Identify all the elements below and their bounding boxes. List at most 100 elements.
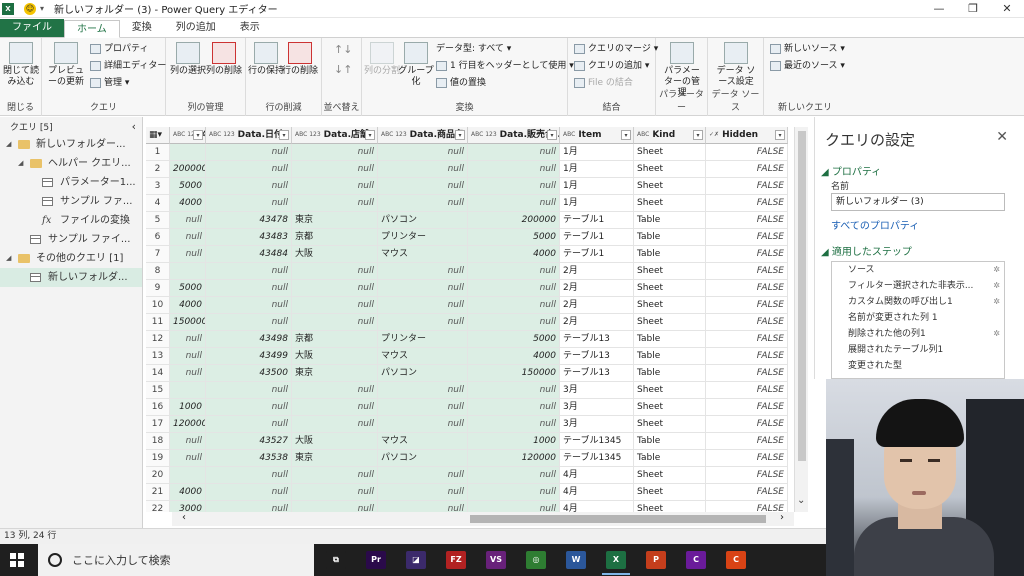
table-cell[interactable]: null [378, 382, 468, 399]
row-number[interactable]: 17 [146, 416, 170, 433]
table-cell[interactable]: null [378, 161, 468, 178]
table-cell[interactable]: テーブル1345 [560, 450, 634, 467]
table-cell[interactable]: null [468, 467, 560, 484]
applied-steps-heading[interactable]: ◢ 適用したステップ [821, 243, 912, 258]
row-number[interactable]: 19 [146, 450, 170, 467]
step-settings-gear-icon[interactable]: ✲ [993, 278, 1000, 294]
column-header[interactable]: ABC 123 Data.日付 ▾ [206, 127, 292, 144]
table-cell[interactable]: null [468, 263, 560, 280]
table-cell[interactable]: 大阪 [292, 348, 378, 365]
table-cell[interactable]: null [378, 501, 468, 512]
minimize-icon[interactable]: — [922, 0, 956, 18]
table-cell[interactable]: 43498 [206, 331, 292, 348]
table-cell[interactable]: null [378, 484, 468, 501]
table-cell[interactable]: FALSE [706, 399, 788, 416]
taskbar-app-filezilla-icon[interactable]: FZ [446, 551, 466, 569]
table-cell[interactable]: 5000 [170, 178, 206, 195]
table-cell[interactable]: null [292, 161, 378, 178]
applied-step[interactable]: 削除された他の列1 ✲ [832, 326, 1004, 342]
table-cell[interactable]: 4月 [560, 484, 634, 501]
taskbar-app-recorder-icon[interactable]: C [726, 551, 746, 569]
query-item[interactable]: ◢ 新しいフォルダー... [0, 135, 142, 154]
table-cell[interactable]: null [468, 399, 560, 416]
table-cell[interactable]: null [468, 297, 560, 314]
column-header[interactable]: ABC Item ▾ [560, 127, 634, 144]
table-cell[interactable]: Sheet [634, 280, 706, 297]
table-cell[interactable]: null [206, 314, 292, 331]
table-menu-icon[interactable]: ▦▾ [146, 127, 170, 144]
table-cell[interactable]: null [378, 178, 468, 195]
append-queries-button[interactable]: クエリの追加 ▾ [574, 60, 649, 72]
table-cell[interactable]: null [170, 348, 206, 365]
applied-step[interactable]: 名前が変更された列 1 [832, 310, 1004, 326]
table-cell[interactable]: null [292, 195, 378, 212]
table-cell[interactable]: テーブル13 [560, 331, 634, 348]
remove-columns-button[interactable]: 列の削除 [204, 42, 244, 77]
windows-start-icon[interactable] [10, 553, 24, 567]
table-cell[interactable]: null [378, 467, 468, 484]
table-cell[interactable]: FALSE [706, 229, 788, 246]
taskbar-app-editor-icon[interactable]: ◪ [406, 551, 426, 569]
table-cell[interactable]: FALSE [706, 178, 788, 195]
row-number[interactable]: 6 [146, 229, 170, 246]
table-cell[interactable]: null [292, 263, 378, 280]
table-cell[interactable]: null [468, 144, 560, 161]
close-icon[interactable]: ✕ [990, 0, 1024, 18]
column-header[interactable]: ✓✗ Hidden ▾ [706, 127, 788, 144]
table-cell[interactable]: null [206, 297, 292, 314]
table-cell[interactable]: FALSE [706, 297, 788, 314]
table-cell[interactable]: 5000 [468, 229, 560, 246]
row-number[interactable]: 20 [146, 467, 170, 484]
query-name-input[interactable]: 新しいフォルダー (3) [831, 193, 1005, 211]
table-cell[interactable]: 2月 [560, 263, 634, 280]
table-cell[interactable]: プリンター [378, 229, 468, 246]
row-number[interactable]: 7 [146, 246, 170, 263]
replace-values-button[interactable]: 値の置換 [436, 77, 486, 89]
table-cell[interactable]: null [170, 212, 206, 229]
row-number[interactable]: 18 [146, 433, 170, 450]
taskbar-app-chrome-like-icon[interactable]: ◎ [526, 551, 546, 569]
table-cell[interactable]: 1月 [560, 195, 634, 212]
column-type-icon[interactable]: ABC [563, 131, 575, 138]
table-cell[interactable]: null [378, 416, 468, 433]
sort-descending-icon[interactable]: ↓↑ [334, 64, 352, 76]
table-cell[interactable]: Table [634, 229, 706, 246]
table-cell[interactable]: 2月 [560, 297, 634, 314]
step-settings-gear-icon[interactable]: ✲ [993, 294, 1000, 310]
table-cell[interactable]: null [170, 246, 206, 263]
table-cell[interactable]: 150000 [468, 365, 560, 382]
table-cell[interactable]: null [468, 195, 560, 212]
table-cell[interactable]: null [468, 178, 560, 195]
new-source-button[interactable]: 新しいソース ▾ [770, 43, 845, 55]
column-filter-icon[interactable]: ▾ [621, 130, 631, 140]
taskbar-app-powerpoint-icon[interactable]: P [646, 551, 666, 569]
row-number[interactable]: 15 [146, 382, 170, 399]
column-header[interactable]: ABC 123 Data.商品名 ▾ [378, 127, 468, 144]
table-cell[interactable]: 43500 [206, 365, 292, 382]
table-cell[interactable]: null [378, 280, 468, 297]
table-cell[interactable]: パソコン [378, 212, 468, 229]
table-cell[interactable]: null [378, 399, 468, 416]
data-type-dropdown[interactable]: データ型: すべて ▾ [436, 43, 511, 55]
table-cell[interactable]: FALSE [706, 263, 788, 280]
query-item[interactable]: ◢ ヘルパー クエリ... [0, 154, 142, 173]
query-item[interactable]: サンプル ファ... [0, 192, 142, 211]
table-cell[interactable]: null [468, 161, 560, 178]
table-cell[interactable]: Sheet [634, 178, 706, 195]
table-cell[interactable] [170, 263, 206, 280]
table-cell[interactable]: 4000 [468, 246, 560, 263]
table-cell[interactable]: null [292, 297, 378, 314]
table-cell[interactable]: 4月 [560, 501, 634, 512]
table-cell[interactable]: null [206, 178, 292, 195]
column-header[interactable]: ABC 1234▾ [170, 127, 206, 144]
column-type-icon[interactable]: ABC [637, 131, 649, 138]
table-cell[interactable]: FALSE [706, 467, 788, 484]
table-cell[interactable]: Sheet [634, 195, 706, 212]
table-cell[interactable]: Table [634, 365, 706, 382]
horizontal-scrollbar[interactable]: ‹ › [172, 512, 794, 526]
table-cell[interactable]: 150000 [170, 314, 206, 331]
applied-step[interactable]: フィルター選択された非表示... ✲ [832, 278, 1004, 294]
column-filter-icon[interactable]: ▾ [693, 130, 703, 140]
table-cell[interactable]: null [206, 467, 292, 484]
taskbar-search-box[interactable]: ここに入力して検索 [38, 544, 314, 576]
